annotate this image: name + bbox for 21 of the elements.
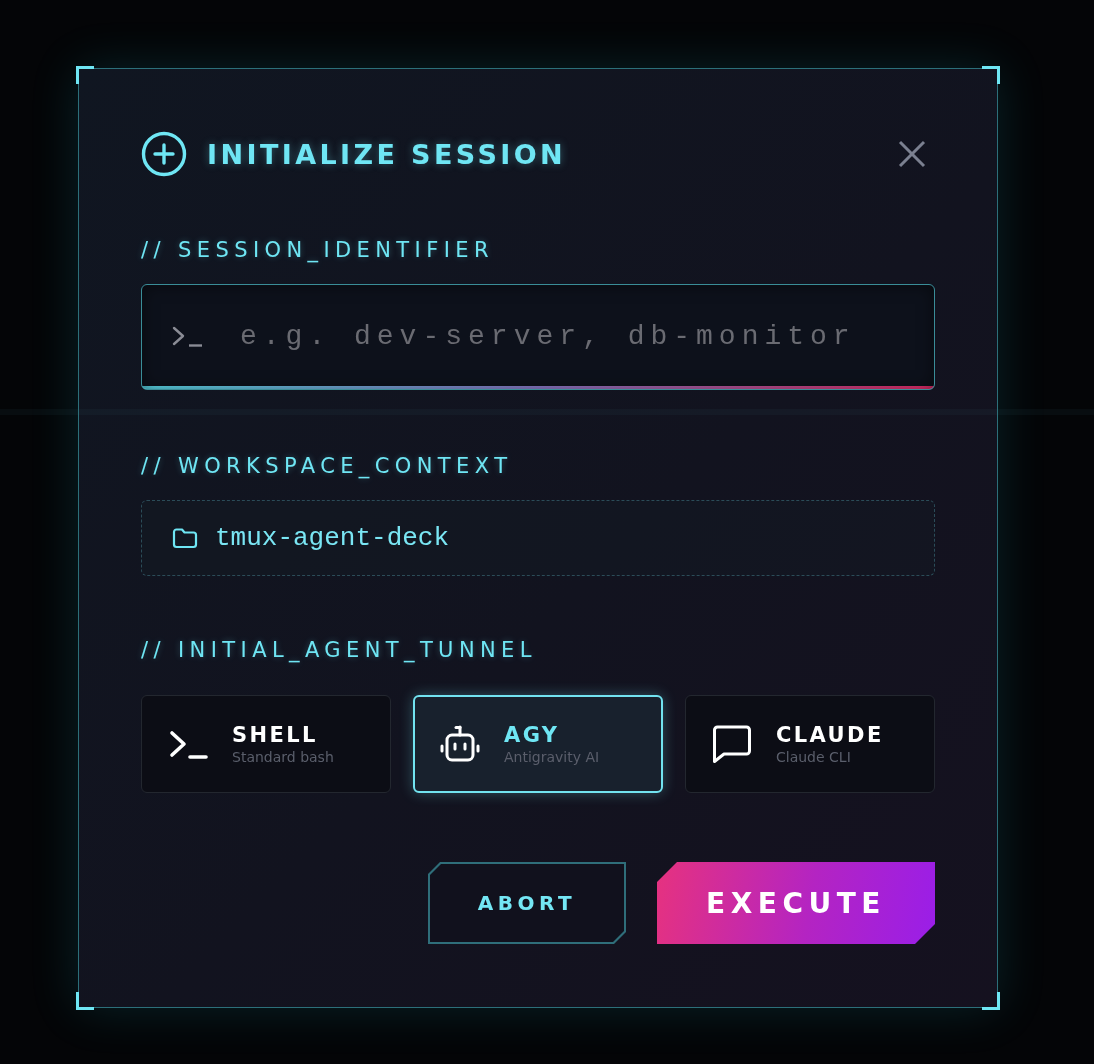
close-icon[interactable] xyxy=(898,140,926,168)
prompt-icon xyxy=(172,326,203,347)
session-name-input[interactable]: e.g. dev-server, db-monitor xyxy=(141,284,935,390)
agent-option[interactable]: CLAUDE Claude CLI xyxy=(685,695,935,793)
agent-option[interactable]: SHELL Standard bash xyxy=(141,695,391,793)
abort-button[interactable]: ABORT xyxy=(428,862,626,944)
field-label: // SESSION_IDENTIFIER xyxy=(141,238,494,262)
agent-option[interactable]: AGY Antigravity AI xyxy=(413,695,663,793)
workspace-name: tmux-agent-deck xyxy=(215,523,450,553)
corner-bracket xyxy=(76,66,94,84)
corner-bracket xyxy=(982,992,1000,1010)
corner-bracket xyxy=(76,992,94,1010)
field-label: // INITIAL_AGENT_TUNNEL xyxy=(141,638,537,662)
folder-icon xyxy=(172,527,198,549)
field-label: // WORKSPACE_CONTEXT xyxy=(141,454,513,478)
robot-icon xyxy=(440,725,480,763)
dialog-title: INITIALIZE SESSION xyxy=(207,138,567,170)
execute-button[interactable]: EXECUTE xyxy=(657,862,935,944)
plus-circle-icon xyxy=(141,131,187,177)
corner-bracket xyxy=(982,66,1000,84)
chat-bubble-icon xyxy=(712,725,752,763)
